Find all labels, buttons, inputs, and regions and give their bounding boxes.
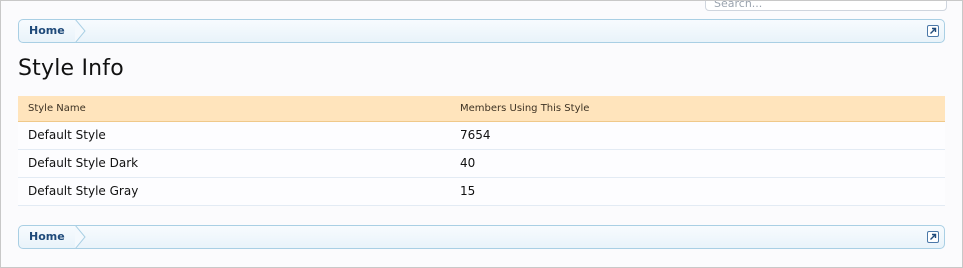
members-count-cell: 7654 bbox=[460, 128, 491, 142]
table-row: Default Style Dark 40 bbox=[18, 150, 945, 178]
chevron-right-icon bbox=[75, 19, 86, 43]
column-header-members: Members Using This Style bbox=[460, 103, 590, 114]
external-link-icon[interactable] bbox=[927, 231, 939, 243]
search-input[interactable] bbox=[706, 1, 946, 13]
page-frame: Home Style Info Style Name Members Using… bbox=[0, 0, 963, 268]
breadcrumb-home-link[interactable]: Home bbox=[19, 226, 75, 248]
breadcrumb-top: Home bbox=[18, 19, 945, 43]
table-row: Default Style 7654 bbox=[18, 122, 945, 150]
breadcrumb-bottom: Home bbox=[18, 225, 945, 249]
members-count-cell: 15 bbox=[460, 184, 476, 198]
style-info-table: Style Name Members Using This Style Defa… bbox=[18, 96, 945, 206]
style-name-cell: Default Style Gray bbox=[28, 184, 139, 198]
members-count-cell: 40 bbox=[460, 156, 476, 170]
table-row: Default Style Gray 15 bbox=[18, 178, 945, 206]
style-name-cell: Default Style bbox=[28, 128, 106, 142]
external-link-icon[interactable] bbox=[927, 25, 939, 37]
breadcrumb-home-link[interactable]: Home bbox=[19, 20, 75, 42]
page-title: Style Info bbox=[18, 56, 124, 81]
column-header-style-name: Style Name bbox=[28, 103, 86, 114]
search-box[interactable] bbox=[705, 1, 947, 13]
table-header-row: Style Name Members Using This Style bbox=[18, 96, 945, 122]
chevron-right-icon bbox=[75, 225, 86, 249]
style-name-cell: Default Style Dark bbox=[28, 156, 139, 170]
